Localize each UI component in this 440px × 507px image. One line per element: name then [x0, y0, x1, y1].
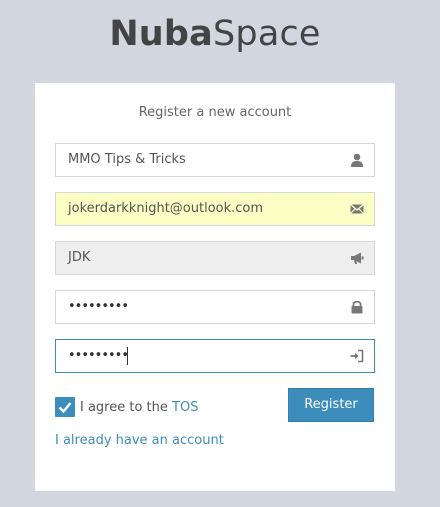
register-box: Register a new account MMO Tips & Tricks…: [35, 83, 395, 491]
password-confirm-field[interactable]: •••••••••: [55, 339, 375, 373]
fullname-field[interactable]: MMO Tips & Tricks: [55, 143, 375, 177]
register-button[interactable]: Register: [288, 388, 374, 422]
register-box-message: Register a new account: [138, 105, 292, 120]
envelope-icon: [350, 203, 364, 214]
have-account-link[interactable]: I already have an account: [55, 433, 224, 448]
sign-in-icon: [350, 349, 364, 363]
email-value: jokerdarkknight@outlook.com: [68, 201, 264, 216]
bullhorn-icon: [351, 252, 364, 264]
logo-bold-text: Nuba: [109, 14, 213, 54]
password-confirm-value: •••••••••: [68, 348, 129, 363]
app-logo: NubaSpace: [0, 14, 430, 54]
username-field: JDK: [55, 241, 375, 275]
agree-label: I agree to the TOS: [80, 400, 198, 415]
lock-icon: [351, 300, 363, 314]
agree-checkbox[interactable]: [55, 397, 75, 417]
username-value: JDK: [68, 250, 91, 265]
logo-light-text: Space: [213, 14, 321, 54]
tos-link[interactable]: TOS: [172, 400, 198, 415]
agree-text: I agree to the: [80, 400, 173, 415]
fullname-value: MMO Tips & Tricks: [68, 152, 186, 167]
email-field[interactable]: jokerdarkknight@outlook.com: [55, 192, 375, 226]
password-field[interactable]: •••••••••: [55, 290, 375, 324]
password-value: •••••••••: [68, 299, 129, 314]
checkmark-icon: [58, 402, 72, 414]
user-icon: [351, 153, 363, 167]
text-caret: [127, 347, 128, 365]
